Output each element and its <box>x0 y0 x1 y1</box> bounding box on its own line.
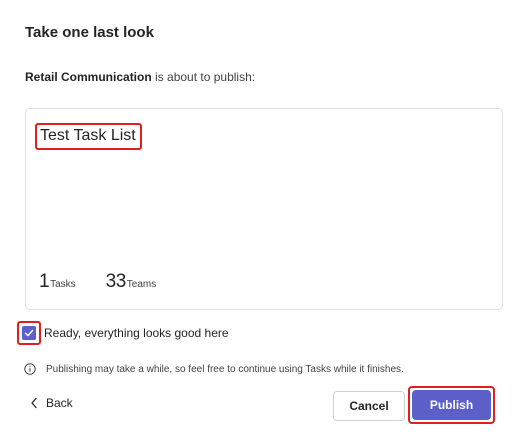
info-message: Publishing may take a while, so feel fre… <box>24 363 404 375</box>
stat-teams-value: 33 <box>105 271 127 292</box>
stat-teams-label: Teams <box>126 279 157 290</box>
task-list-name: Test Task List <box>40 127 136 144</box>
task-list-preview-card: Test Task List 1 Tasks 33 Teams <box>25 108 503 310</box>
list-name-highlight: Test Task List <box>35 123 142 150</box>
ready-checkbox-label[interactable]: Ready, everything looks good here <box>44 326 229 340</box>
publish-subtitle: Retail Communication is about to publish… <box>25 70 255 84</box>
checkbox-highlight <box>17 321 41 345</box>
stat-teams: 33 Teams <box>106 271 157 293</box>
info-text: Publishing may take a while, so feel fre… <box>46 363 404 375</box>
team-name: Retail Communication <box>25 70 152 84</box>
subtitle-suffix: is about to publish: <box>151 70 256 84</box>
ready-checkbox[interactable] <box>22 326 36 340</box>
back-button[interactable]: Back <box>30 396 73 410</box>
dialog-title: Take one last look <box>25 24 154 41</box>
back-button-label: Back <box>46 396 73 410</box>
info-icon <box>24 363 36 375</box>
checkmark-icon <box>24 329 34 337</box>
publish-review-dialog: Take one last look Retail Communication … <box>0 0 520 448</box>
publish-button[interactable]: Publish <box>412 390 491 420</box>
publish-button-highlight: Publish <box>408 386 495 424</box>
cancel-button[interactable]: Cancel <box>333 391 405 421</box>
chevron-left-icon <box>30 397 40 409</box>
stat-tasks-label: Tasks <box>50 279 76 290</box>
ready-confirmation: Ready, everything looks good here <box>17 321 229 345</box>
publish-stats: 1 Tasks 33 Teams <box>39 271 186 293</box>
stat-tasks-value: 1 <box>39 271 50 292</box>
stat-tasks: 1 Tasks <box>39 271 76 293</box>
